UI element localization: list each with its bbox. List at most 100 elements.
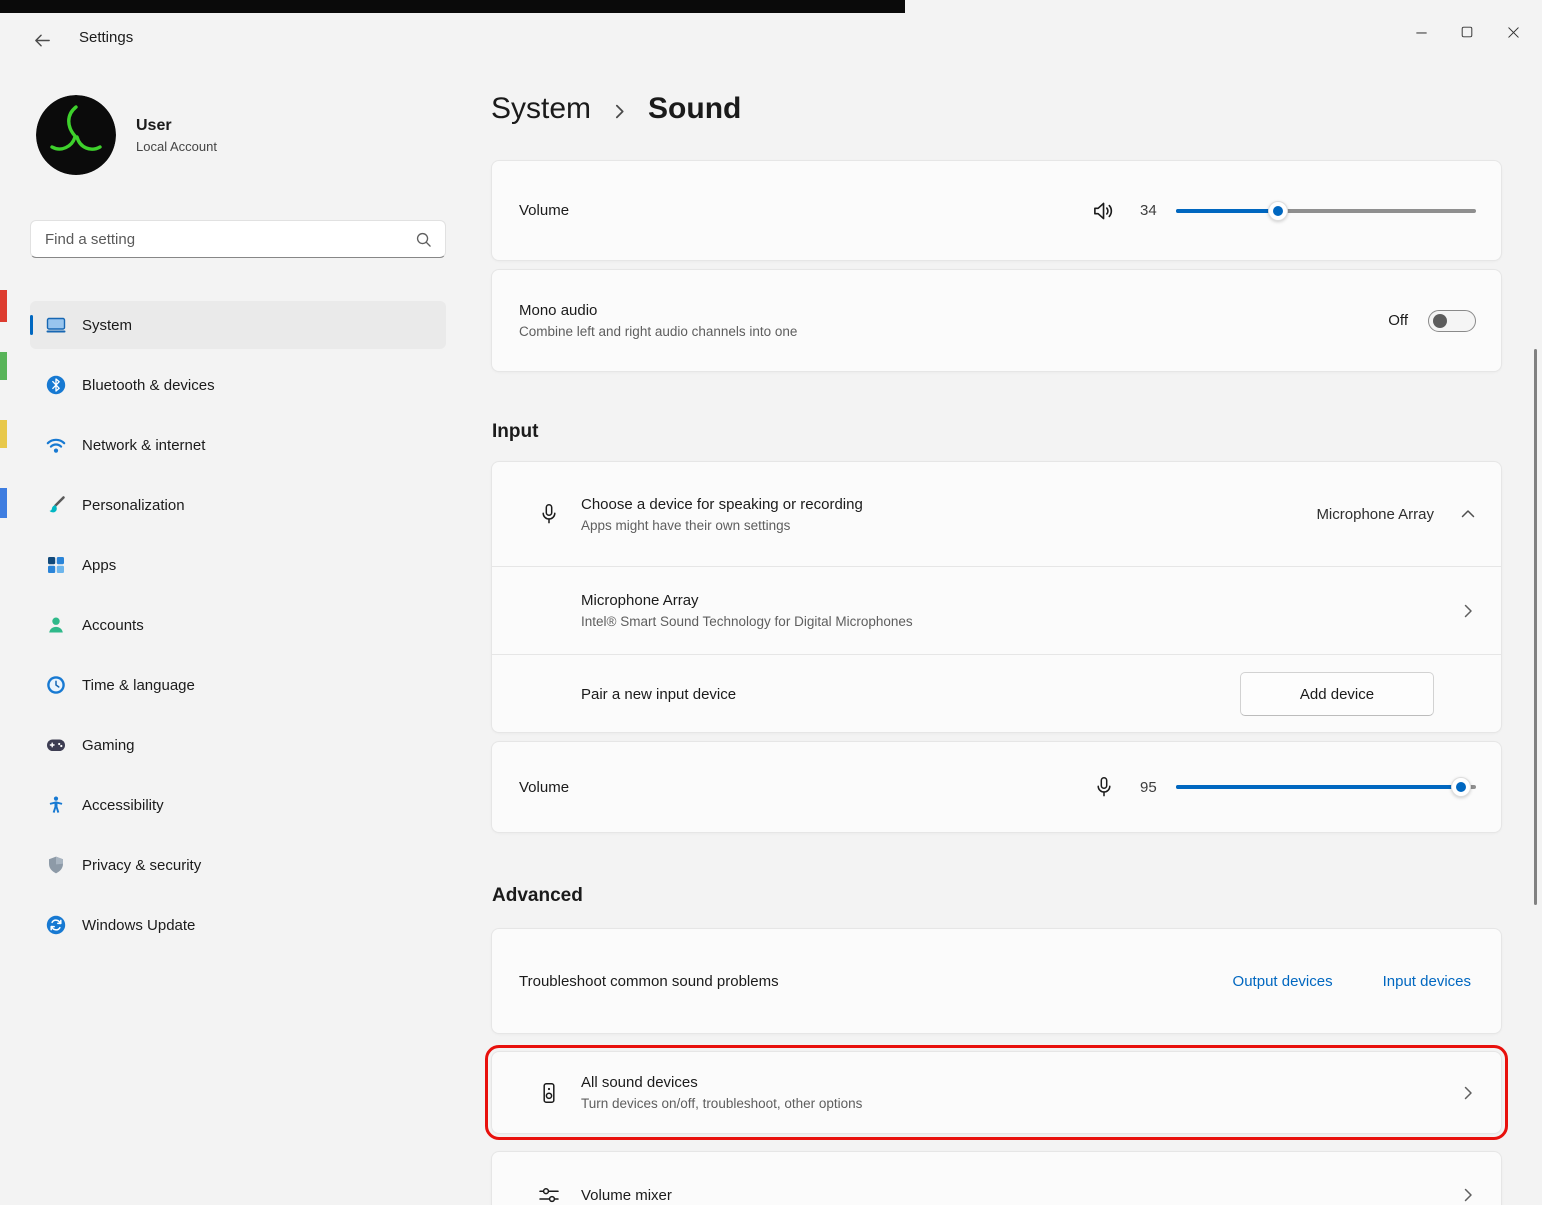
slider-fill: [1176, 209, 1278, 213]
sidebar-item-label: Personalization: [82, 497, 185, 514]
shield-icon: [46, 855, 66, 875]
slider-thumb[interactable]: [1451, 777, 1471, 797]
search-input[interactable]: [31, 221, 445, 257]
chevron-right-icon: [1460, 1085, 1476, 1101]
add-device-button[interactable]: Add device: [1240, 672, 1434, 716]
system-icon: [46, 315, 66, 335]
mono-audio-toggle[interactable]: [1428, 310, 1476, 332]
all-sound-devices-title: All sound devices: [581, 1074, 862, 1091]
speaker-volume-icon: [1090, 198, 1116, 224]
sidebar-item-apps[interactable]: Apps: [30, 541, 446, 589]
input-devices-link[interactable]: Input devices: [1383, 973, 1471, 990]
input-volume-card: Volume 95: [491, 741, 1502, 833]
mono-audio-description: Combine left and right audio channels in…: [519, 324, 797, 339]
microphone-array-text: Microphone Array Intel® Smart Sound Tech…: [581, 592, 913, 629]
slider-fill: [1176, 785, 1461, 789]
gamepad-icon: [46, 735, 66, 755]
sidebar-item-label: Accessibility: [82, 797, 164, 814]
sidebar-item-bluetooth-devices[interactable]: Bluetooth & devices: [30, 361, 446, 409]
update-refresh-icon: [46, 915, 66, 935]
sidebar-item-network-internet[interactable]: Network & internet: [30, 421, 446, 469]
all-sound-devices-description: Turn devices on/off, troubleshoot, other…: [581, 1096, 862, 1111]
user-info: User Local Account: [136, 117, 217, 154]
avatar: [36, 95, 116, 175]
troubleshoot-card: Troubleshoot common sound problems Outpu…: [491, 928, 1502, 1034]
volume-mixer-title: Volume mixer: [581, 1187, 672, 1204]
volume-mixer-card[interactable]: Volume mixer: [491, 1151, 1502, 1205]
scrollbar[interactable]: [1534, 349, 1537, 905]
sidebar-item-label: Gaming: [82, 737, 135, 754]
input-device-picker-row[interactable]: Choose a device for speaking or recordin…: [492, 462, 1501, 566]
chevron-right-icon: [1460, 1187, 1476, 1203]
user-account-type: Local Account: [136, 139, 217, 154]
sidebar-item-label: Time & language: [82, 677, 195, 694]
sidebar-item-label: Bluetooth & devices: [82, 377, 215, 394]
mono-audio-text: Mono audio Combine left and right audio …: [519, 302, 797, 339]
output-volume-label: Volume: [519, 202, 569, 219]
sidebar-item-accounts[interactable]: Accounts: [30, 601, 446, 649]
desktop-artifact: [0, 420, 7, 448]
sidebar-item-gaming[interactable]: Gaming: [30, 721, 446, 769]
settings-window: Settings Use: [0, 0, 1542, 1205]
user-profile[interactable]: User Local Account: [36, 95, 217, 175]
speaker-box-icon: [537, 1081, 561, 1105]
user-name: User: [136, 117, 217, 135]
desktop-artifact: [0, 488, 7, 518]
microphone-icon: [537, 502, 561, 526]
input-device-picker-text: Choose a device for speaking or recordin…: [581, 496, 863, 533]
back-button[interactable]: [26, 26, 58, 54]
volume-mixer-text: Volume mixer: [581, 1187, 672, 1204]
microphone-array-title: Microphone Array: [581, 592, 913, 609]
sidebar-item-label: System: [82, 317, 132, 334]
input-section-header: Input: [492, 421, 538, 443]
microphone-array-row[interactable]: Microphone Array Intel® Smart Sound Tech…: [492, 566, 1501, 654]
window-title: Settings: [79, 29, 133, 46]
all-sound-devices-card[interactable]: All sound devices Turn devices on/off, t…: [491, 1051, 1502, 1134]
troubleshoot-label: Troubleshoot common sound problems: [519, 973, 779, 990]
chevron-right-icon: [1460, 603, 1476, 619]
wifi-icon: [46, 435, 66, 455]
output-volume-value: 34: [1140, 202, 1164, 219]
search-box[interactable]: [30, 220, 446, 258]
output-volume-slider[interactable]: [1176, 200, 1476, 222]
input-volume-label: Volume: [519, 779, 569, 796]
sidebar-item-privacy-security[interactable]: Privacy & security: [30, 841, 446, 889]
sidebar-item-personalization[interactable]: Personalization: [30, 481, 446, 529]
input-volume-controls: 95: [1092, 775, 1476, 799]
input-volume-slider[interactable]: [1176, 776, 1476, 798]
microphone-icon: [1092, 775, 1116, 799]
page-title: Sound: [648, 92, 741, 126]
sidebar-item-windows-update[interactable]: Windows Update: [30, 901, 446, 949]
selection-indicator: [30, 315, 33, 335]
sidebar-item-time-language[interactable]: Time & language: [30, 661, 446, 709]
mono-audio-title: Mono audio: [519, 302, 797, 319]
sidebar-nav: System Bluetooth & devices Network & int…: [30, 301, 446, 961]
clock-icon: [46, 675, 66, 695]
sidebar-item-label: Accounts: [82, 617, 144, 634]
slider-thumb[interactable]: [1268, 201, 1288, 221]
brush-icon: [46, 495, 66, 515]
output-volume-controls: 34: [1090, 198, 1476, 224]
input-device-dropdown[interactable]: Microphone Array: [1316, 506, 1476, 523]
advanced-section-header: Advanced: [492, 885, 583, 907]
razer-logo-icon: [36, 95, 116, 175]
back-arrow-icon: [33, 31, 52, 50]
accessibility-person-icon: [46, 795, 66, 815]
pair-device-label: Pair a new input device: [581, 686, 736, 703]
troubleshoot-links: Output devices Input devices: [1233, 973, 1476, 990]
sidebar-item-label: Privacy & security: [82, 857, 201, 874]
mono-audio-toggle-group: Off: [1388, 310, 1476, 332]
main-content: System Sound Volume 34: [491, 0, 1502, 1205]
breadcrumb-system[interactable]: System: [491, 92, 591, 126]
sidebar-item-system[interactable]: System: [30, 301, 446, 349]
sidebar-item-label: Network & internet: [82, 437, 205, 454]
toggle-state-label: Off: [1388, 312, 1408, 329]
toggle-knob: [1433, 314, 1447, 328]
close-icon: [1506, 25, 1521, 40]
output-volume-card: Volume 34: [491, 160, 1502, 261]
breadcrumb-chevron-icon: [611, 103, 628, 120]
output-devices-link[interactable]: Output devices: [1233, 973, 1333, 990]
chevron-up-icon: [1460, 506, 1476, 522]
pair-input-device-row: Pair a new input device Add device: [492, 654, 1501, 733]
sidebar-item-accessibility[interactable]: Accessibility: [30, 781, 446, 829]
